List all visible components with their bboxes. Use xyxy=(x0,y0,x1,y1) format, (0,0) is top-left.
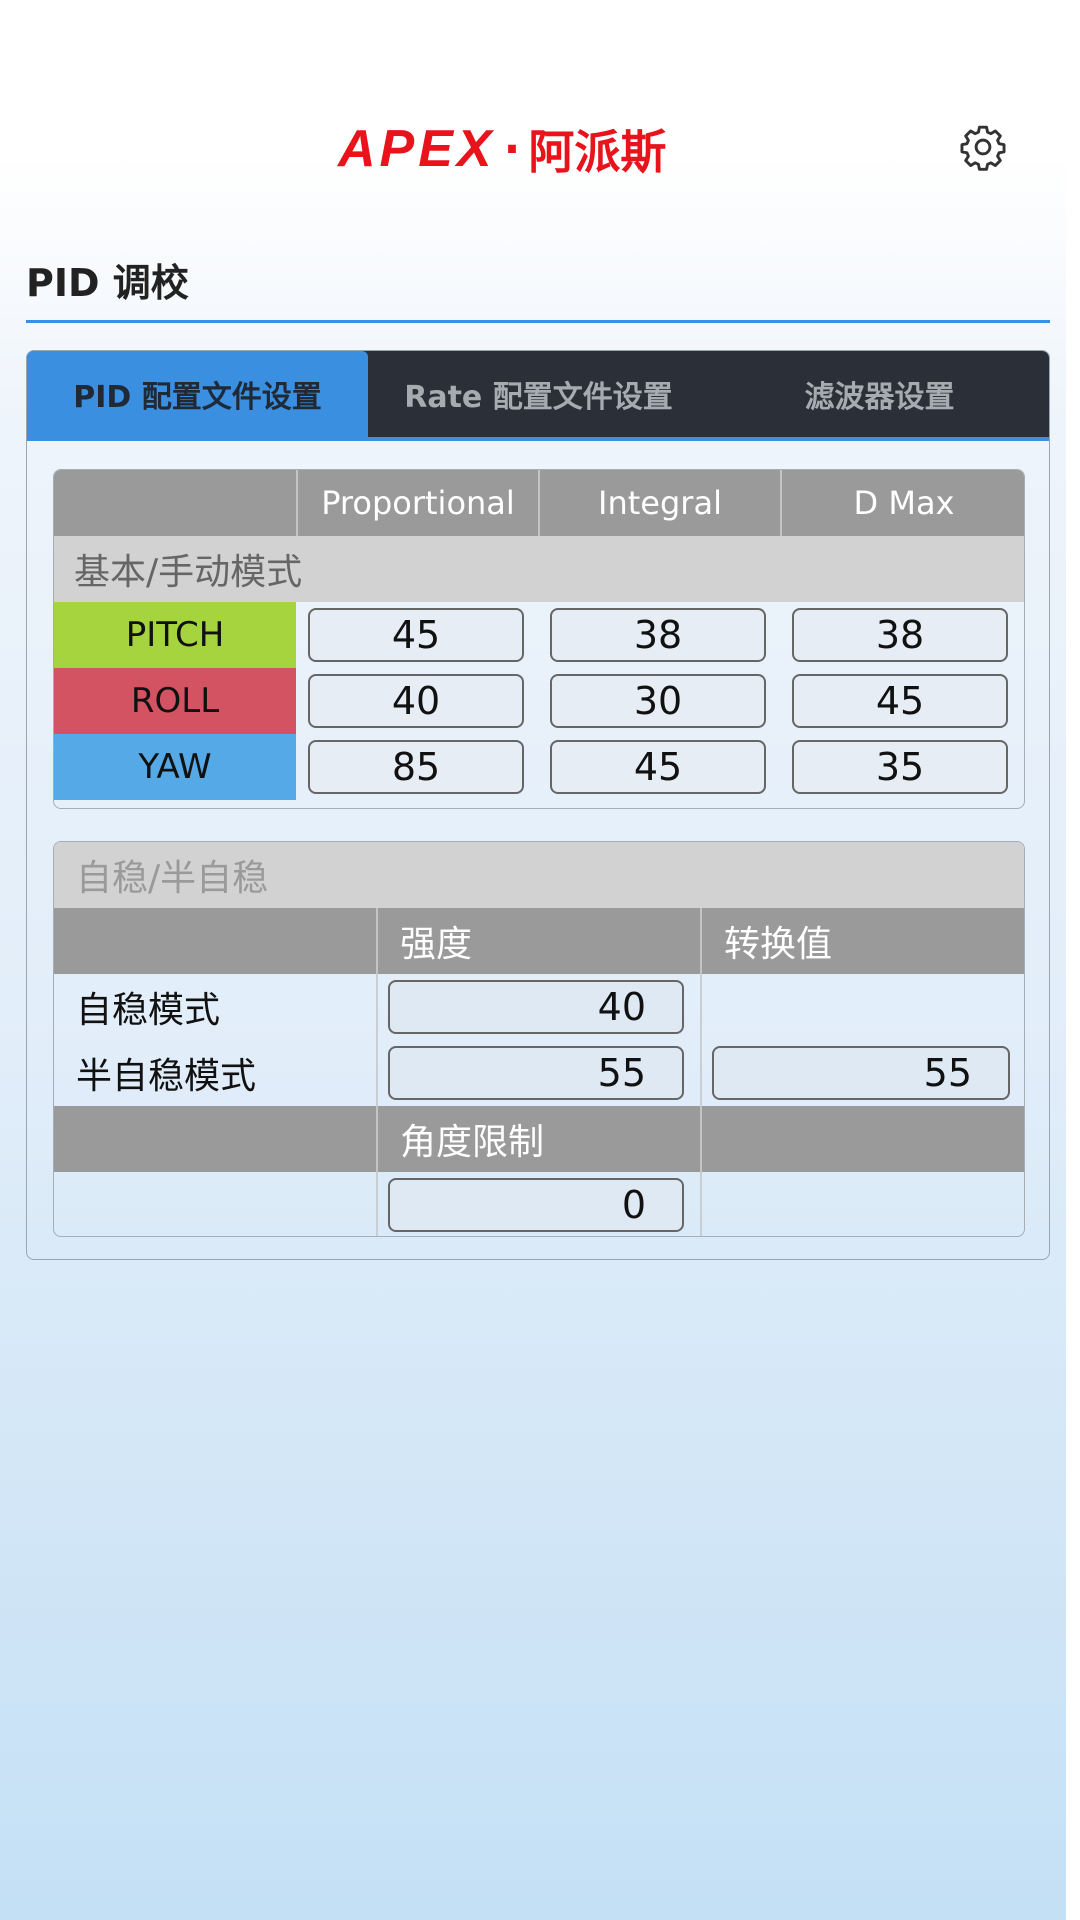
col-integral: Integral xyxy=(538,470,780,536)
yaw-i-input[interactable]: 45 xyxy=(550,740,766,794)
pitch-p-input[interactable]: 45 xyxy=(308,608,524,662)
roll-dmax-input[interactable]: 45 xyxy=(792,674,1008,728)
logo-text-cn: 阿派斯 xyxy=(528,125,667,179)
level-table-header: 强度 转换值 xyxy=(54,908,1024,974)
edge-strip xyxy=(1066,0,1080,1920)
column-divider xyxy=(376,1172,378,1236)
column-divider xyxy=(700,1172,702,1236)
angle-mode-label: 自稳模式 xyxy=(76,990,221,1031)
axis-roll: ROLL xyxy=(54,668,296,734)
tab-bar: PID 配置文件设置 Rate 配置文件设置 滤波器设置 xyxy=(27,351,1049,441)
roll-p-input[interactable]: 40 xyxy=(308,674,524,728)
col-strength: 强度 xyxy=(376,908,700,974)
column-divider xyxy=(700,974,702,1106)
header-empty-cell xyxy=(54,908,376,974)
axis-pitch: PITCH xyxy=(54,602,296,668)
angle-limit-header: 角度限制 xyxy=(54,1106,1024,1172)
col-angle-limit: 角度限制 xyxy=(376,1106,700,1172)
header-empty-cell xyxy=(700,1106,1024,1172)
group-basic-manual: 基本/手动模式 xyxy=(54,536,1024,602)
tab-filter-settings[interactable]: 滤波器设置 xyxy=(709,351,1049,437)
yaw-p-input[interactable]: 85 xyxy=(308,740,524,794)
column-divider xyxy=(376,974,378,1106)
pitch-dmax-input[interactable]: 38 xyxy=(792,608,1008,662)
horizon-strength-input[interactable]: 55 xyxy=(388,1046,684,1100)
axis-yaw: YAW xyxy=(54,734,296,800)
horizon-transition-input[interactable]: 55 xyxy=(712,1046,1010,1100)
col-dmax: D Max xyxy=(780,470,1024,536)
gear-icon[interactable] xyxy=(958,122,1008,172)
page-title: PID 调校 xyxy=(26,261,189,305)
tab-rate-profile[interactable]: Rate 配置文件设置 xyxy=(368,351,709,437)
pid-table: Proportional Integral D Max 基本/手动模式 PITC… xyxy=(53,469,1025,809)
level-table: 自稳/半自稳 强度 转换值 自稳模式 40 半自稳模式 55 55 角度限制 0 xyxy=(53,841,1025,1237)
horizon-mode-label: 半自稳模式 xyxy=(76,1056,257,1097)
header-empty-cell xyxy=(54,1106,376,1172)
header-empty-cell xyxy=(54,470,296,536)
title-divider xyxy=(26,320,1050,323)
logo-dot: · xyxy=(503,123,521,175)
roll-i-input[interactable]: 30 xyxy=(550,674,766,728)
tab-pid-profile[interactable]: PID 配置文件设置 xyxy=(27,351,368,437)
logo-text-en: APEX xyxy=(338,120,496,178)
col-transition: 转换值 xyxy=(700,908,1024,974)
yaw-dmax-input[interactable]: 35 xyxy=(792,740,1008,794)
col-proportional: Proportional xyxy=(296,470,538,536)
pid-table-header: Proportional Integral D Max xyxy=(54,470,1024,536)
level-table-title: 自稳/半自稳 xyxy=(54,842,1024,908)
pid-card: PID 配置文件设置 Rate 配置文件设置 滤波器设置 Proportiona… xyxy=(26,350,1050,1260)
pitch-i-input[interactable]: 38 xyxy=(550,608,766,662)
angle-strength-input[interactable]: 40 xyxy=(388,980,684,1034)
angle-limit-input[interactable]: 0 xyxy=(388,1178,684,1232)
apex-logo: APEX · 阿派斯 xyxy=(338,120,738,179)
